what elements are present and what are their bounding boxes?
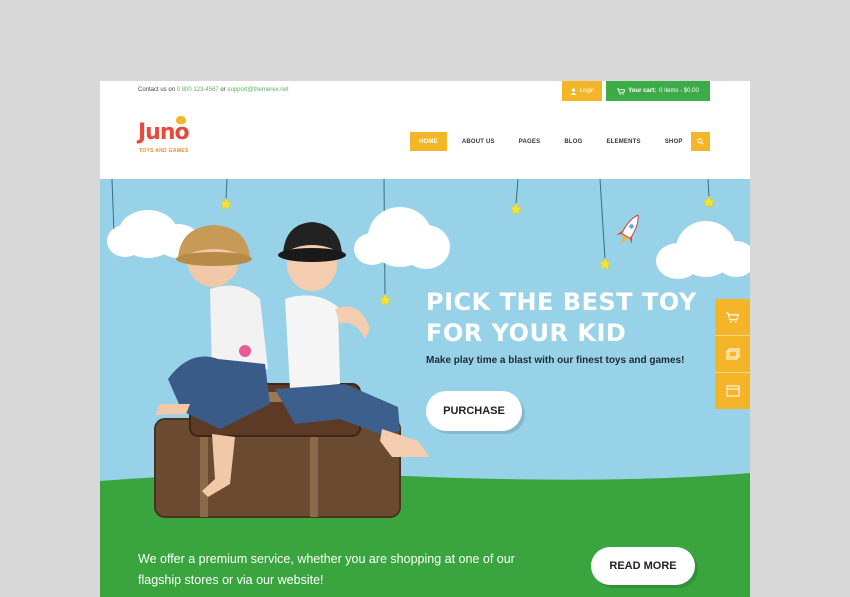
user-icon <box>570 87 576 95</box>
email-link[interactable]: support@themerex.net <box>227 87 288 93</box>
cart-button[interactable]: Your cart: 0 items - $0.00 <box>606 81 710 101</box>
side-toolbar <box>715 299 750 409</box>
cart-icon <box>726 312 739 323</box>
top-bar: Contact us on 0 800 123-4567 or support@… <box>100 81 750 101</box>
login-label: Login <box>579 88 595 94</box>
read-more-button[interactable]: READ MORE <box>591 547 695 585</box>
side-window-button[interactable] <box>715 373 750 409</box>
contact-prefix: Contact us on <box>138 87 176 93</box>
purchase-button[interactable]: PURCHASE <box>426 391 522 431</box>
rocket-icon <box>616 214 639 244</box>
window-icon <box>726 385 739 397</box>
logo-title: Juno <box>138 120 190 145</box>
nav-item-home[interactable]: HOME <box>410 132 447 151</box>
nav-item-blog[interactable]: BLOG <box>555 132 591 151</box>
search-button[interactable] <box>691 132 710 151</box>
nav-item-shop[interactable]: SHOP <box>656 132 692 151</box>
nav-item-pages[interactable]: PAGES <box>510 132 550 151</box>
cart-label: Your cart: <box>628 88 657 94</box>
gallery-icon <box>726 348 739 360</box>
nav-item-about-us[interactable]: ABOUT US <box>453 132 504 151</box>
site-logo[interactable]: Juno TOYS AND GAMES <box>138 116 208 157</box>
cart-icon <box>617 87 626 95</box>
search-icon <box>697 138 704 145</box>
hero-illustration <box>100 179 750 597</box>
headline-line-1: PICK THE BEST TOY <box>426 288 697 316</box>
cart-value: 0 items - $0.00 <box>659 88 699 94</box>
logo-subtitle: TOYS AND GAMES <box>139 148 189 154</box>
hero-subline: Make play time a blast with our finest t… <box>426 355 685 366</box>
page-frame: Contact us on 0 800 123-4567 or support@… <box>100 81 750 597</box>
side-gallery-button[interactable] <box>715 336 750 373</box>
hero-headline: PICK THE BEST TOY FOR YOUR KID <box>426 287 726 349</box>
main-nav: HOME ABOUT US PAGES BLOG ELEMENTS SHOP <box>410 132 698 151</box>
contact-or: or <box>220 87 226 93</box>
nav-item-elements[interactable]: ELEMENTS <box>597 132 649 151</box>
contact-info: Contact us on 0 800 123-4567 or support@… <box>138 87 289 93</box>
offer-text: We offer a premium service, whether you … <box>138 552 515 587</box>
headline-line-2: FOR YOUR KID <box>426 319 627 347</box>
phone-link[interactable]: 0 800 123-4567 <box>177 87 219 93</box>
side-cart-button[interactable] <box>715 299 750 336</box>
hero-banner: PICK THE BEST TOY FOR YOUR KID Make play… <box>100 179 750 597</box>
login-button[interactable]: Login <box>562 81 602 101</box>
